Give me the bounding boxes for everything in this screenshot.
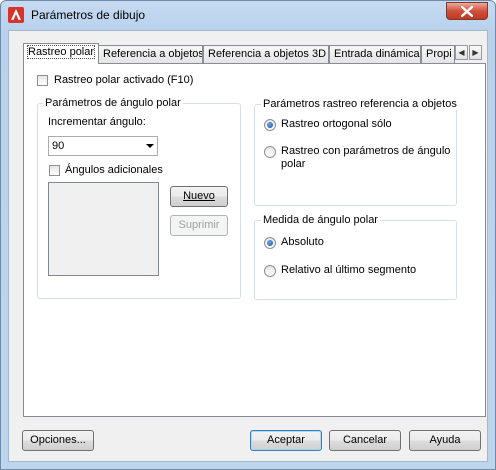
- polar-settings-radio[interactable]: [264, 146, 276, 158]
- tab-page-polar: Rastreo polar activado (F10) Parámetros …: [23, 63, 486, 417]
- polar-enable-label: Rastreo polar activado (F10): [54, 74, 194, 86]
- polar-settings-label-line1: Rastreo con parámetros de ángulo: [281, 145, 451, 157]
- orthogonal-only-radio[interactable]: [264, 119, 276, 131]
- object-snap-tracking-group-title: Parámetros rastreo referencia a objetos: [261, 98, 459, 110]
- polar-settings-label-line2: polar: [281, 158, 306, 170]
- orthogonal-only-label: Rastreo ortogonal sólo: [281, 118, 392, 130]
- increment-angle-combo[interactable]: 90: [48, 136, 158, 156]
- absolute-radio[interactable]: [264, 237, 276, 249]
- tab-polar-tracking[interactable]: Rastreo polar: [23, 43, 99, 64]
- additional-angles-list[interactable]: [48, 182, 159, 276]
- absolute-label: Absoluto: [281, 236, 324, 248]
- new-angle-button[interactable]: Nuevo: [170, 186, 228, 207]
- tab-object-snap[interactable]: Referencia a objetos: [98, 45, 203, 63]
- close-button[interactable]: [446, 2, 488, 20]
- cancel-button[interactable]: Cancelar: [329, 430, 401, 451]
- polar-angle-group-title: Parámetros de ángulo polar: [43, 97, 183, 109]
- relative-last-segment-label: Relativo al último segmento: [281, 264, 417, 276]
- tab-scroll-left-icon[interactable]: ◀: [455, 45, 468, 60]
- close-icon: [461, 6, 473, 17]
- autocad-logo-icon: [8, 7, 24, 23]
- options-button[interactable]: Opciones...: [22, 430, 94, 451]
- tab-scroll-right-icon[interactable]: ▶: [469, 45, 482, 60]
- window-title: Parámetros de dibujo: [31, 8, 146, 22]
- relative-last-segment-radio[interactable]: [264, 265, 276, 277]
- tab-3d-object-snap[interactable]: Referencia a objetos 3D: [203, 45, 329, 63]
- dialog-client: Rastreo polar Referencia a objetos Refer…: [8, 30, 488, 462]
- additional-angles-checkbox[interactable]: [49, 165, 60, 176]
- dialog-window: Parámetros de dibujo Rastreo polar Refer…: [0, 0, 496, 470]
- polar-measure-group-title: Medida de ángulo polar: [261, 214, 380, 226]
- polar-measure-group: [254, 220, 457, 300]
- tab-properties[interactable]: Propi: [421, 45, 455, 63]
- chevron-down-icon[interactable]: [146, 144, 154, 148]
- polar-enable-checkbox[interactable]: [37, 75, 48, 86]
- tab-strip: Rastreo polar Referencia a objetos Refer…: [23, 43, 486, 64]
- increment-angle-value: 90: [52, 140, 65, 152]
- title-bar[interactable]: Parámetros de dibujo: [1, 1, 495, 29]
- increment-angle-label: Incrementar ángulo:: [48, 116, 146, 128]
- tab-dynamic-input[interactable]: Entrada dinámica: [329, 45, 421, 63]
- ok-button[interactable]: Aceptar: [250, 430, 322, 451]
- additional-angles-label: Ángulos adicionales: [65, 164, 163, 176]
- help-button[interactable]: Ayuda: [409, 430, 481, 451]
- delete-angle-button[interactable]: Suprimir: [170, 215, 228, 236]
